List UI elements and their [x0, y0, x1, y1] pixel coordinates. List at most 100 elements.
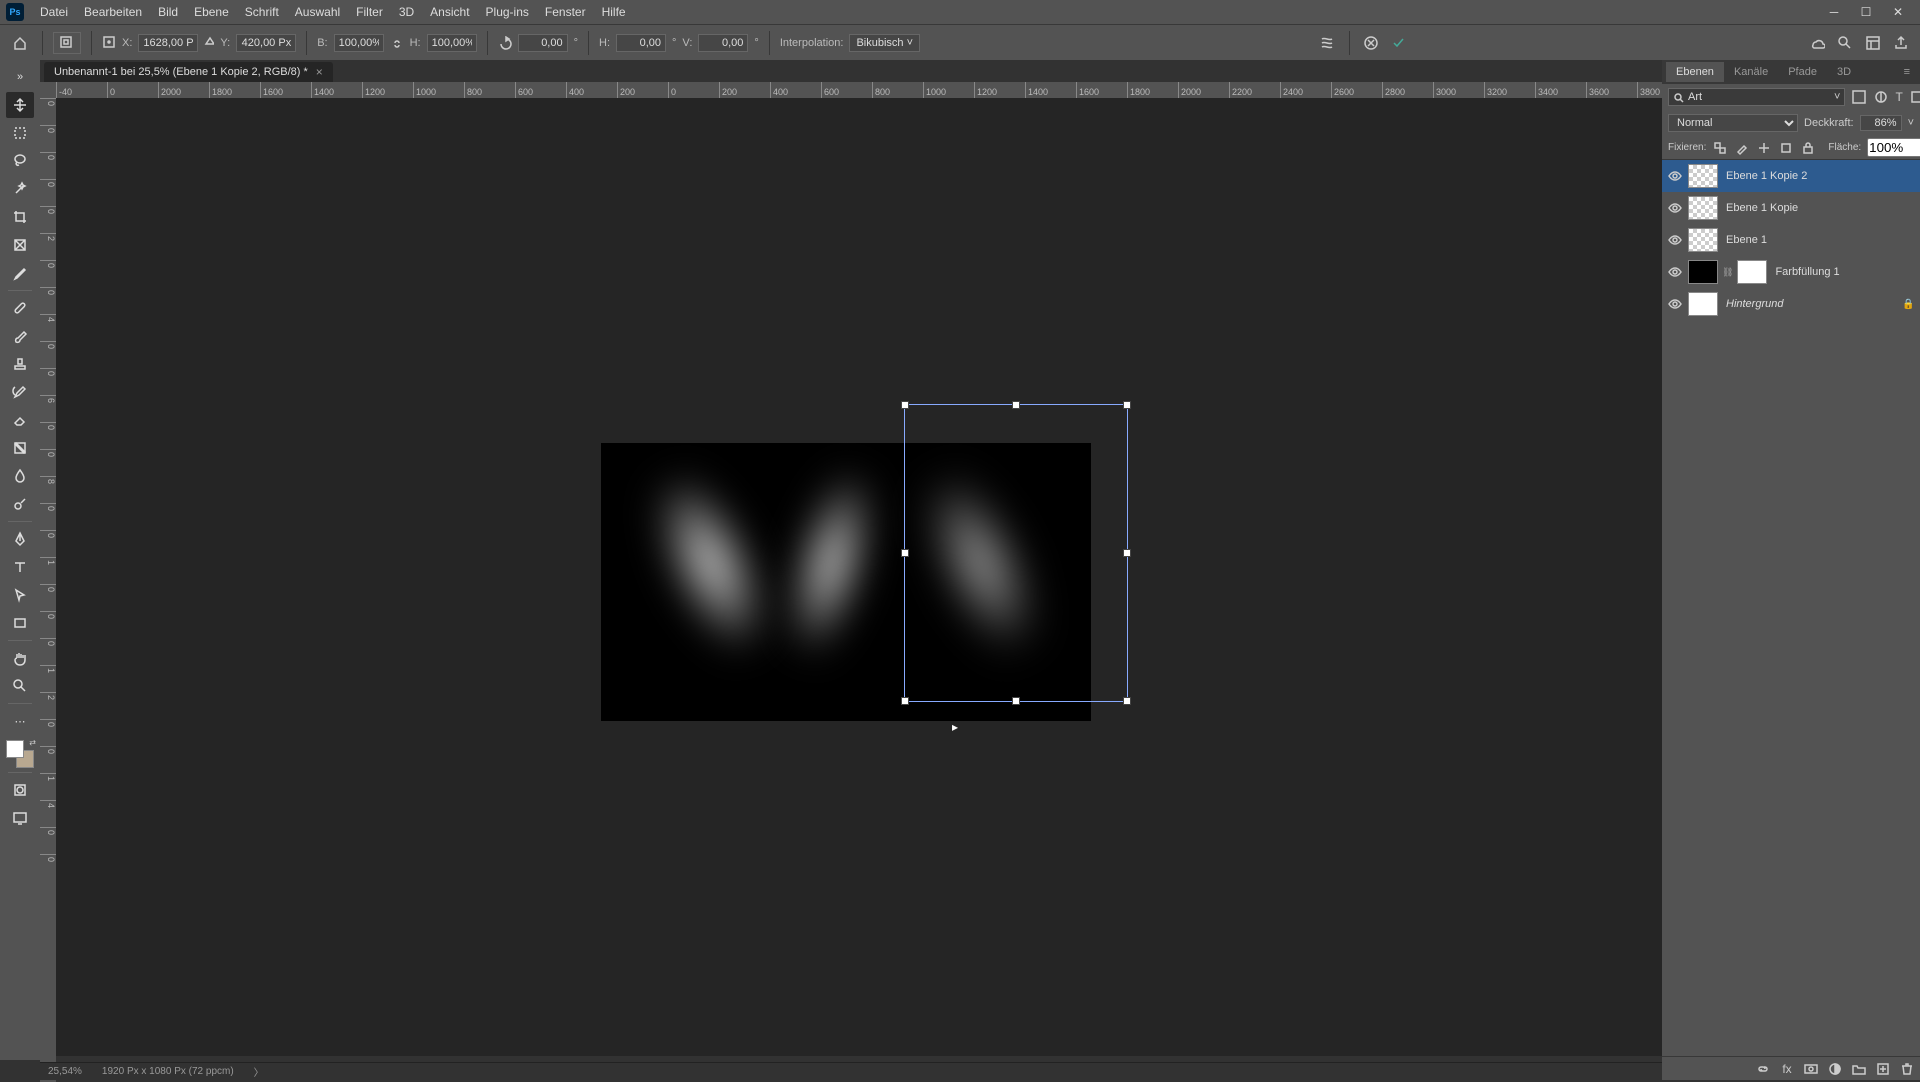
- tab-kanaele[interactable]: Kanäle: [1724, 62, 1778, 82]
- lock-artboard-button[interactable]: [1778, 140, 1794, 156]
- layer-name[interactable]: Hintergrund: [1722, 298, 1898, 310]
- lock-paint-button[interactable]: [1734, 140, 1750, 156]
- blend-mode-dropdown[interactable]: Normal: [1668, 114, 1798, 132]
- search-button[interactable]: [1834, 32, 1856, 54]
- menu-schrift[interactable]: Schrift: [237, 5, 287, 19]
- history-brush-tool[interactable]: [6, 379, 34, 405]
- vertical-ruler[interactable]: 00000200400600800100012001400: [40, 82, 56, 1082]
- layer-row[interactable]: ⛓ Farbfüllung 1: [1662, 256, 1920, 288]
- layer-style-button[interactable]: fx: [1778, 1060, 1796, 1078]
- cloud-icon-button[interactable]: [1806, 32, 1828, 54]
- triangle-icon[interactable]: [204, 36, 214, 50]
- filter-pixel-icon[interactable]: [1851, 88, 1867, 106]
- menu-fenster[interactable]: Fenster: [537, 5, 594, 19]
- window-close-button[interactable]: ✕: [1882, 0, 1914, 24]
- warp-mode-button[interactable]: [1317, 32, 1339, 54]
- width-input[interactable]: [334, 34, 384, 52]
- dodge-tool[interactable]: [6, 491, 34, 517]
- filter-shape-icon[interactable]: [1909, 88, 1920, 106]
- lasso-tool[interactable]: [6, 148, 34, 174]
- layer-filter-search[interactable]: ˅: [1668, 88, 1845, 106]
- tab-ebenen[interactable]: Ebenen: [1666, 62, 1724, 82]
- healing-brush-tool[interactable]: [6, 295, 34, 321]
- pen-tool[interactable]: [6, 526, 34, 552]
- window-minimize-button[interactable]: ─: [1818, 0, 1850, 24]
- zoom-tool[interactable]: [6, 673, 34, 699]
- menu-datei[interactable]: Datei: [32, 5, 76, 19]
- layer-filter-input[interactable]: [1688, 91, 1830, 103]
- frame-tool[interactable]: [6, 232, 34, 258]
- layer-visibility-toggle[interactable]: [1666, 231, 1684, 249]
- layer-thumbnail[interactable]: [1688, 260, 1718, 284]
- lock-all-button[interactable]: [1800, 140, 1816, 156]
- new-layer-button[interactable]: [1874, 1060, 1892, 1078]
- share-button[interactable]: [1890, 32, 1912, 54]
- path-selection-tool[interactable]: [6, 582, 34, 608]
- window-maximize-button[interactable]: ☐: [1850, 0, 1882, 24]
- layer-visibility-toggle[interactable]: [1666, 167, 1684, 185]
- transform-handle-br[interactable]: [1123, 697, 1131, 705]
- transform-handle-tr[interactable]: [1123, 401, 1131, 409]
- status-chevron-icon[interactable]: 〉: [254, 1064, 264, 1079]
- layer-thumbnail[interactable]: [1688, 164, 1718, 188]
- layer-row[interactable]: Hintergrund 🔒: [1662, 288, 1920, 320]
- link-layers-button[interactable]: [1754, 1060, 1772, 1078]
- skew-h-input[interactable]: [616, 34, 666, 52]
- tab-3d[interactable]: 3D: [1827, 62, 1861, 82]
- hand-tool[interactable]: [6, 645, 34, 671]
- lock-position-button[interactable]: [1756, 140, 1772, 156]
- layer-name[interactable]: Ebene 1: [1722, 234, 1916, 246]
- eraser-tool[interactable]: [6, 407, 34, 433]
- foreground-color[interactable]: [6, 740, 24, 758]
- menu-filter[interactable]: Filter: [348, 5, 391, 19]
- marquee-tool[interactable]: [6, 120, 34, 146]
- layer-name[interactable]: Ebene 1 Kopie: [1722, 202, 1916, 214]
- canvas-area[interactable]: ▸: [56, 98, 1662, 1056]
- zoom-level[interactable]: 25,54%: [48, 1066, 82, 1077]
- type-tool[interactable]: [6, 554, 34, 580]
- clone-stamp-tool[interactable]: [6, 351, 34, 377]
- close-tab-button[interactable]: ×: [316, 65, 323, 79]
- layer-mask-link-icon[interactable]: ⛓: [1722, 267, 1733, 278]
- rectangle-tool[interactable]: [6, 610, 34, 636]
- blur-tool[interactable]: [6, 463, 34, 489]
- menu-plugins[interactable]: Plug-ins: [478, 5, 537, 19]
- layer-name[interactable]: Farbfüllung 1: [1771, 266, 1916, 278]
- menu-ebene[interactable]: Ebene: [186, 5, 237, 19]
- layer-row[interactable]: Ebene 1: [1662, 224, 1920, 256]
- menu-bild[interactable]: Bild: [150, 5, 186, 19]
- chevron-down-icon[interactable]: ˅: [1834, 91, 1840, 103]
- filter-adjustment-icon[interactable]: [1873, 88, 1889, 106]
- doc-info[interactable]: 1920 Px x 1080 Px (72 ppcm): [102, 1066, 234, 1077]
- screen-mode-button[interactable]: [6, 805, 34, 831]
- adjustment-layer-button[interactable]: [1826, 1060, 1844, 1078]
- link-wh-icon[interactable]: [390, 36, 404, 50]
- height-input[interactable]: [427, 34, 477, 52]
- panel-menu-button[interactable]: ≡: [1894, 62, 1920, 82]
- menu-3d[interactable]: 3D: [391, 5, 422, 19]
- edit-toolbar-button[interactable]: ⋯: [6, 708, 34, 734]
- tab-pfade[interactable]: Pfade: [1778, 62, 1827, 82]
- layer-thumbnail[interactable]: [1688, 196, 1718, 220]
- collapse-tool-button[interactable]: »: [6, 64, 34, 90]
- layer-thumbnail[interactable]: [1688, 292, 1718, 316]
- document-tab[interactable]: Unbenannt-1 bei 25,5% (Ebene 1 Kopie 2, …: [44, 62, 333, 82]
- quick-mask-button[interactable]: [6, 777, 34, 803]
- lock-pixels-button[interactable]: [1712, 140, 1728, 156]
- layer-mask-button[interactable]: [1802, 1060, 1820, 1078]
- rotate-input[interactable]: [518, 34, 568, 52]
- transform-handle-tl[interactable]: [901, 401, 909, 409]
- filter-type-icon[interactable]: T: [1895, 88, 1902, 106]
- layer-lock-icon[interactable]: 🔒: [1902, 299, 1916, 310]
- horizontal-ruler[interactable]: -400200018001600140012001000800600400200…: [56, 82, 1662, 98]
- menu-bearbeiten[interactable]: Bearbeiten: [76, 5, 150, 19]
- brush-tool[interactable]: [6, 323, 34, 349]
- home-button[interactable]: [8, 31, 32, 55]
- menu-hilfe[interactable]: Hilfe: [594, 5, 634, 19]
- commit-transform-button[interactable]: [1388, 32, 1410, 54]
- delete-layer-button[interactable]: [1898, 1060, 1916, 1078]
- layer-mask-thumbnail[interactable]: [1737, 260, 1767, 284]
- fill-input[interactable]: [1867, 138, 1920, 157]
- layer-visibility-toggle[interactable]: [1666, 263, 1684, 281]
- layer-visibility-toggle[interactable]: [1666, 295, 1684, 313]
